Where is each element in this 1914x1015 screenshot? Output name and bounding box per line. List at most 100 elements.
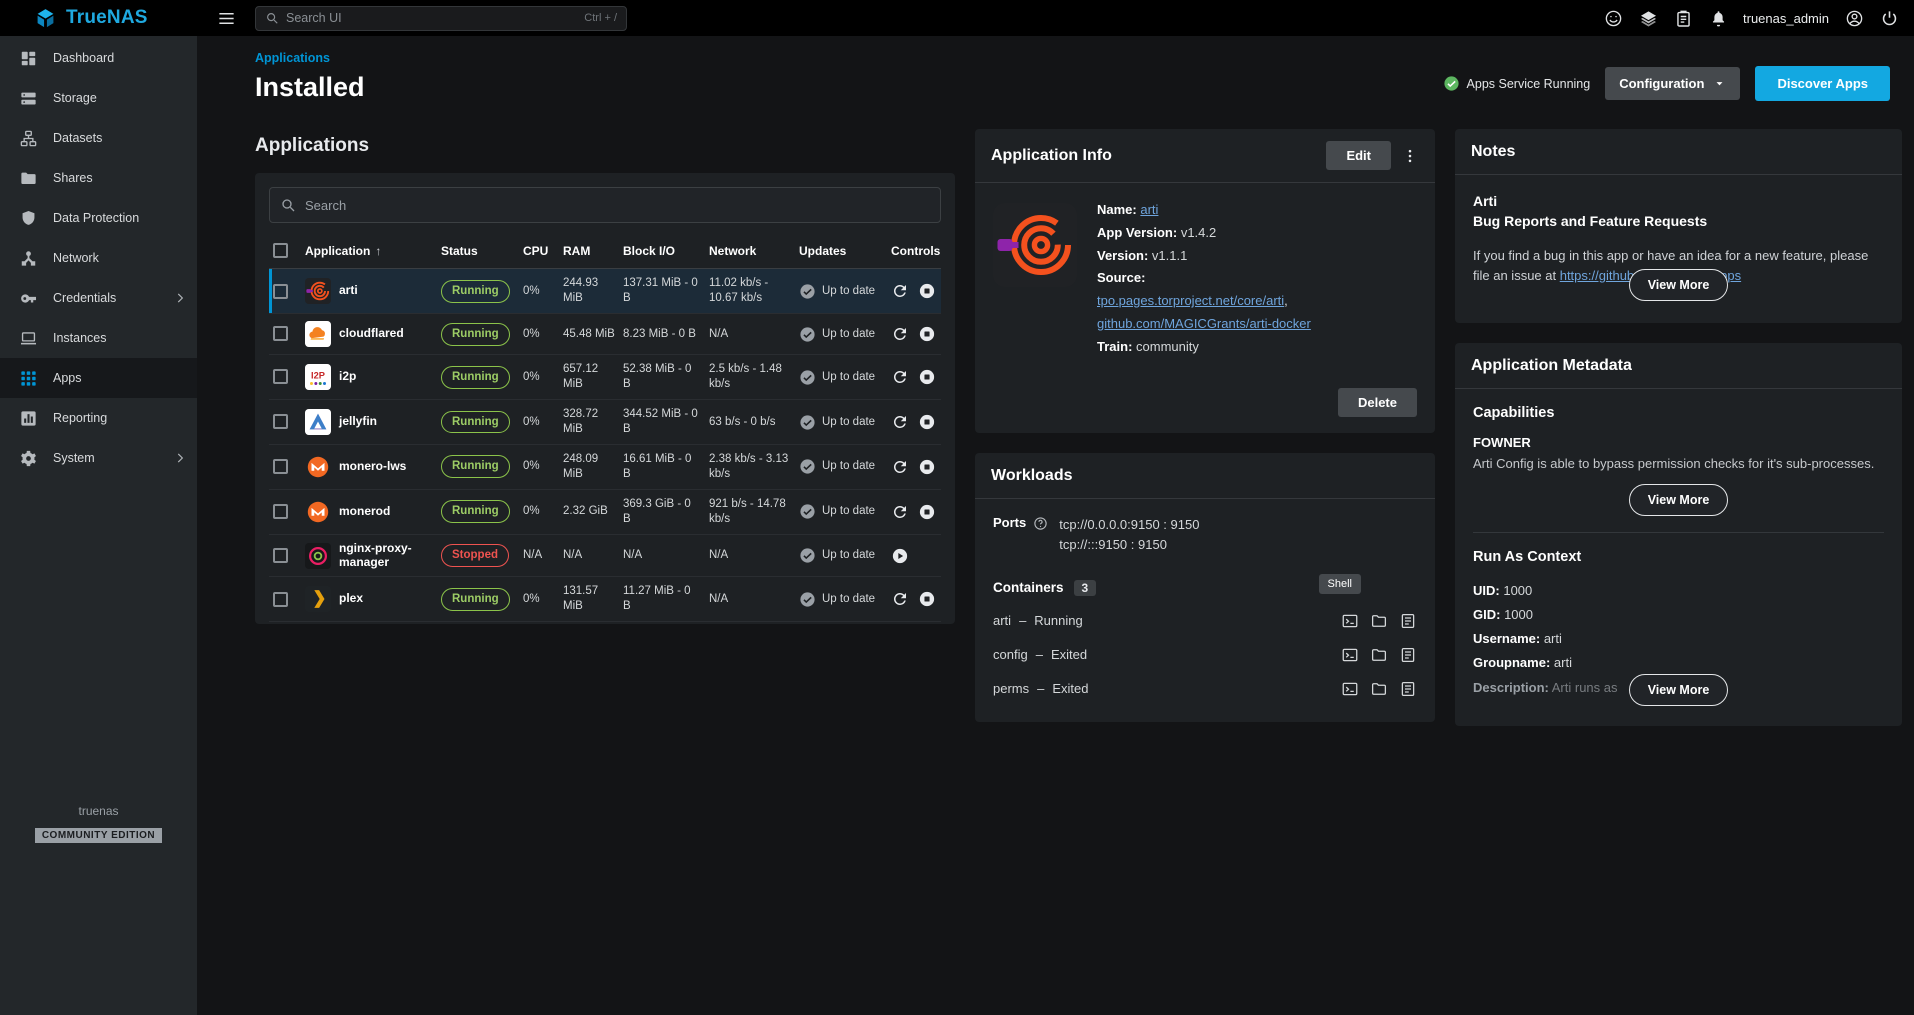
chevron-down-icon [1713,77,1726,90]
row-checkbox[interactable] [273,504,288,519]
sidebar-item-instances[interactable]: Instances [0,318,197,358]
sidebar-item-shares[interactable]: Shares [0,158,197,198]
jobs-icon[interactable] [1670,5,1696,31]
container-shell-icon[interactable] [1341,646,1359,664]
container-logs-icon[interactable] [1399,680,1417,698]
container-files-icon[interactable] [1370,646,1388,664]
feedback-icon[interactable] [1600,5,1626,31]
restart-button[interactable] [891,503,909,521]
container-shell-icon[interactable] [1341,680,1359,698]
restart-button[interactable] [891,368,909,386]
ram-cell: 657.12 MiB [559,355,619,400]
truenas-logo[interactable]: TrueNAS [0,7,197,30]
column-block-io[interactable]: Block I/O [619,233,705,269]
sidebar-item-data-protection[interactable]: Data Protection [0,198,197,238]
notes-view-more-button[interactable]: View More [1629,269,1729,301]
row-checkbox[interactable] [273,459,288,474]
sidebar-footer: truenas COMMUNITY EDITION [0,804,197,843]
row-checkbox[interactable] [273,414,288,429]
column-ram[interactable]: RAM [559,233,619,269]
row-checkbox[interactable] [273,326,288,341]
ports-help-icon[interactable] [1033,516,1048,531]
container-logs-icon[interactable] [1399,612,1417,630]
global-search[interactable]: Ctrl + / [255,6,627,31]
shares-icon [19,169,38,188]
menu-icon[interactable] [213,5,239,31]
row-checkbox[interactable] [273,369,288,384]
stop-button[interactable] [918,503,936,521]
sidebar-item-network[interactable]: Network [0,238,197,278]
row-checkbox[interactable] [273,284,288,299]
table-row[interactable]: nginx-proxy-manager Stopped N/A N/A N/A … [269,534,941,577]
stop-button[interactable] [918,325,936,343]
shield-icon [19,209,38,228]
column-status[interactable]: Status [437,233,519,269]
sidebar-item-storage[interactable]: Storage [0,78,197,118]
status-badge: Running [441,500,510,523]
column-network[interactable]: Network [705,233,795,269]
column-updates[interactable]: Updates [795,233,887,269]
restart-button[interactable] [891,590,909,608]
start-button[interactable] [891,547,909,565]
user-menu-icon[interactable] [1841,5,1867,31]
power-icon[interactable] [1876,5,1902,31]
arti-app-icon [993,203,1077,287]
configuration-button[interactable]: Configuration [1605,67,1740,100]
kebab-menu-icon[interactable] [1401,147,1419,165]
network-cell: 921 b/s - 14.78 kb/s [705,489,795,534]
row-checkbox[interactable] [273,592,288,607]
table-row[interactable]: I2Pi2p Running 0% 657.12 MiB 52.38 MiB -… [269,355,941,400]
apps-search-input[interactable] [305,198,930,213]
table-row[interactable]: monerod Running 0% 2.32 GiB 369.3 GiB - … [269,489,941,534]
sidebar-item-credentials[interactable]: Credentials [0,278,197,318]
restart-button[interactable] [891,413,909,431]
column-application[interactable]: Application↑ [301,233,437,269]
apps-search[interactable] [269,187,941,223]
stop-button[interactable] [918,590,936,608]
table-row[interactable]: arti Running 0% 244.93 MiB 137.31 MiB - … [269,269,941,314]
table-row[interactable]: jellyfin Running 0% 328.72 MiB 344.52 Mi… [269,400,941,445]
stop-button[interactable] [918,282,936,300]
network-cell: 63 b/s - 0 b/s [705,400,795,445]
alerts-icon[interactable] [1705,5,1731,31]
metadata-view-more-button[interactable]: View More [1629,674,1729,706]
source-link[interactable]: github.com/MAGICGrants/arti-docker [1097,316,1311,331]
restart-button[interactable] [891,458,909,476]
container-files-icon[interactable] [1370,680,1388,698]
cpu-cell: 0% [519,400,559,445]
breadcrumb[interactable]: Applications [255,51,330,65]
stop-button[interactable] [918,413,936,431]
application-info-card: Application Info Edit Name: arti App Ver… [975,129,1435,433]
column-cpu[interactable]: CPU [519,233,559,269]
sort-asc-icon: ↑ [375,244,381,258]
cpu-cell: 0% [519,489,559,534]
app-name-link[interactable]: arti [1140,202,1158,217]
source-link[interactable]: tpo.pages.torproject.net/core/arti [1097,293,1284,308]
sidebar-item-datasets[interactable]: Datasets [0,118,197,158]
stop-button[interactable] [918,458,936,476]
truecommand-icon[interactable] [1635,5,1661,31]
table-row[interactable]: plex Running 0% 131.57 MiB 11.27 MiB - 0… [269,577,941,622]
status-badge: Stopped [441,544,509,567]
restart-button[interactable] [891,325,909,343]
stop-button[interactable] [918,368,936,386]
ram-cell: 248.09 MiB [559,444,619,489]
table-row[interactable]: monero-lws Running 0% 248.09 MiB 16.61 M… [269,444,941,489]
sidebar-item-system[interactable]: System [0,438,197,478]
delete-button[interactable]: Delete [1338,388,1417,417]
cpu-cell: 0% [519,444,559,489]
container-logs-icon[interactable] [1399,646,1417,664]
select-all-checkbox[interactable] [273,243,288,258]
sidebar-item-dashboard[interactable]: Dashboard [0,38,197,78]
row-checkbox[interactable] [273,548,288,563]
table-row[interactable]: cloudflared Running 0% 45.48 MiB 8.23 Mi… [269,314,941,355]
edit-button[interactable]: Edit [1326,141,1391,170]
container-files-icon[interactable] [1370,612,1388,630]
sidebar-item-reporting[interactable]: Reporting [0,398,197,438]
container-shell-icon[interactable] [1341,612,1359,630]
discover-apps-button[interactable]: Discover Apps [1755,66,1890,101]
restart-button[interactable] [891,282,909,300]
global-search-input[interactable] [286,11,577,25]
capabilities-view-more-button[interactable]: View More [1629,484,1729,516]
sidebar-item-apps[interactable]: Apps [0,358,197,398]
